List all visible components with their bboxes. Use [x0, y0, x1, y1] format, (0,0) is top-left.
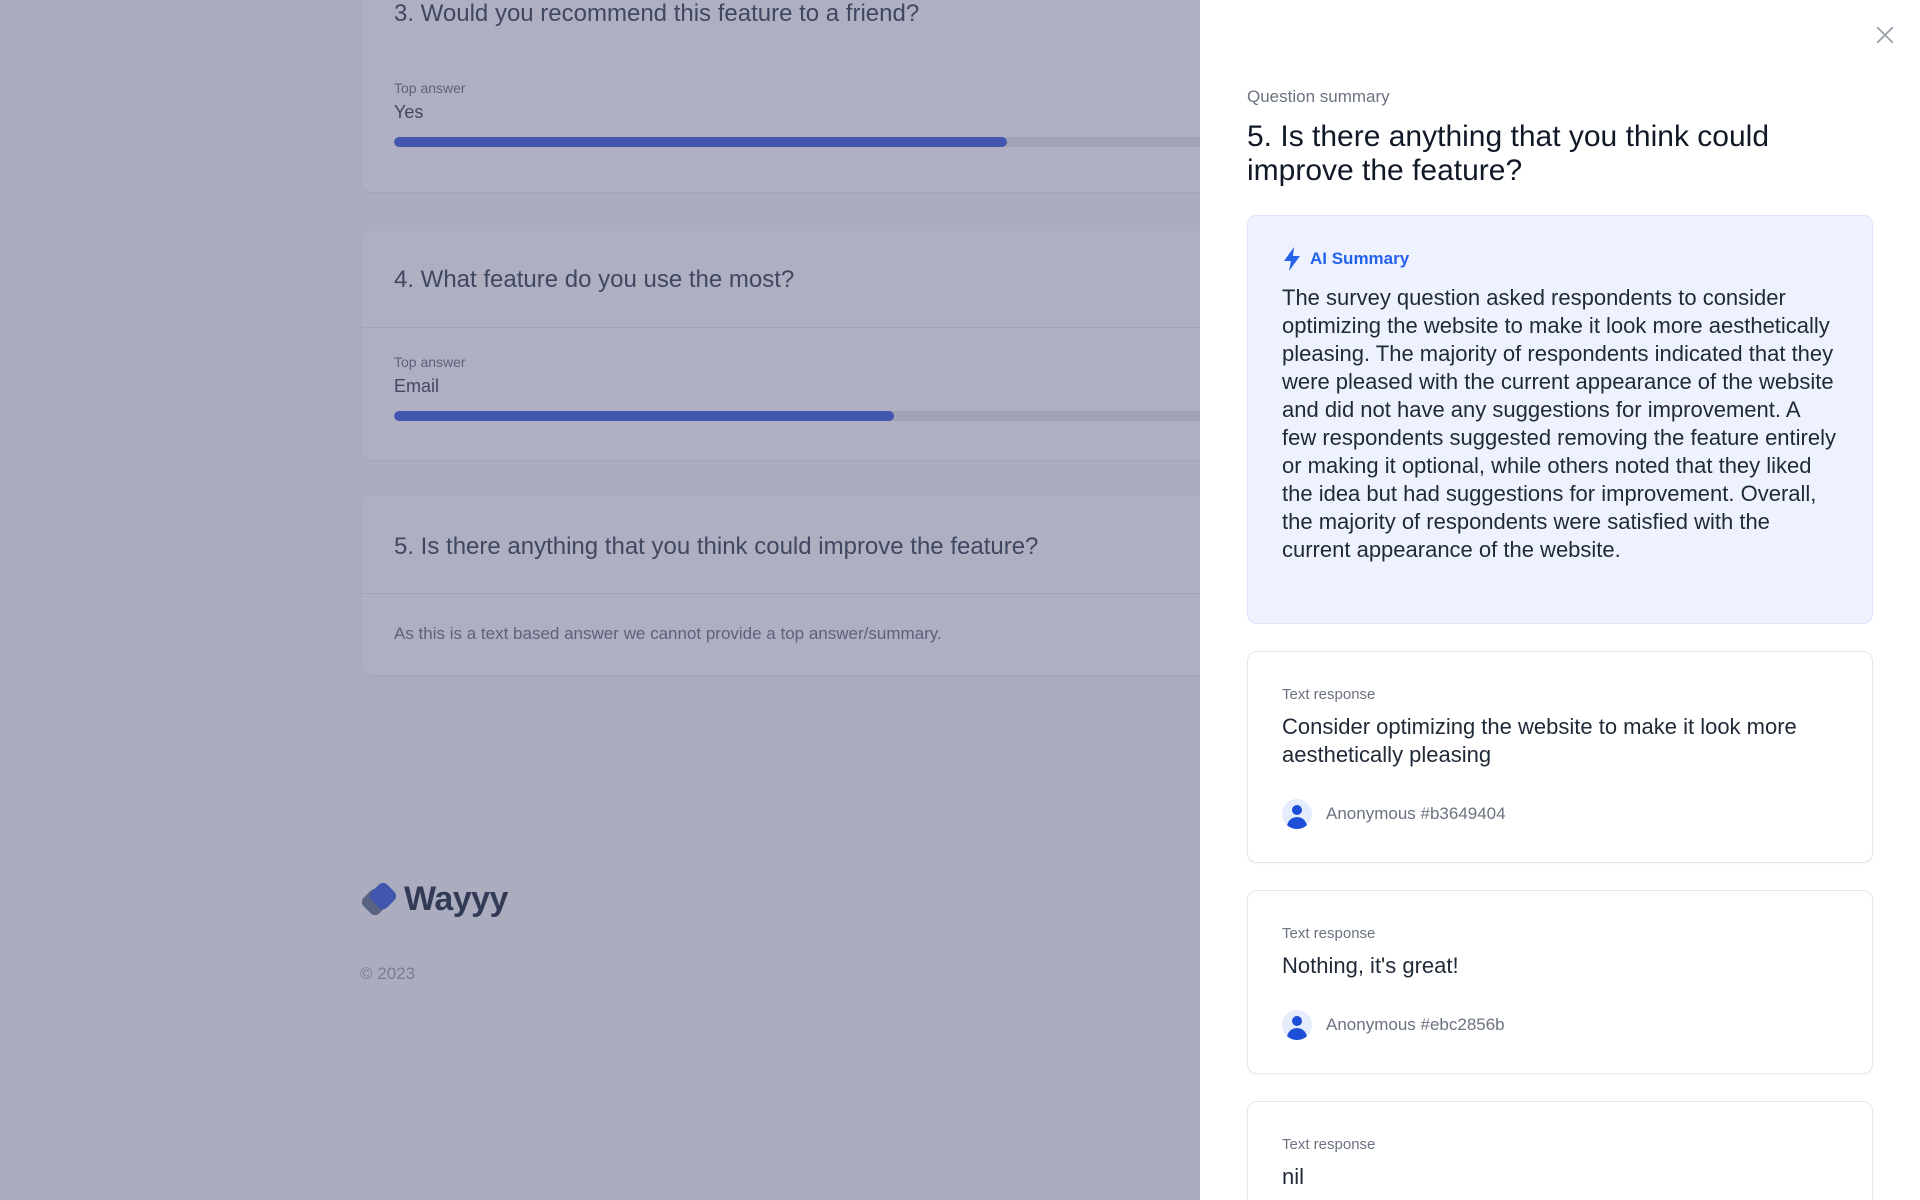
response-label: Text response	[1282, 1136, 1376, 1153]
lightning-icon	[1284, 247, 1300, 271]
response-text: nil	[1282, 1164, 1305, 1189]
response-author-name: Anonymous #b3649404	[1326, 804, 1506, 823]
close-button[interactable]	[1870, 20, 1900, 50]
response-author-name: Anonymous #ebc2856b	[1326, 1015, 1505, 1034]
close-icon	[1876, 26, 1894, 44]
response-text: Consider optimizing the website to make …	[1282, 714, 1797, 767]
response-label: Text response	[1282, 686, 1376, 703]
avatar-icon	[1282, 1010, 1312, 1040]
text-response-card: Text response Consider optimizing the we…	[1247, 651, 1873, 863]
text-response-card: Text response nil	[1247, 1101, 1873, 1200]
ai-summary-label: AI Summary	[1310, 249, 1410, 268]
response-author: Anonymous #ebc2856b	[1282, 1010, 1838, 1040]
panel-eyebrow: Question summary	[1247, 87, 1390, 106]
panel-title: 5. Is there anything that you think coul…	[1247, 120, 1769, 187]
question-summary-panel: Question summary 5. Is there anything th…	[1200, 0, 1920, 1200]
response-label: Text response	[1282, 925, 1376, 942]
avatar-icon	[1282, 799, 1312, 829]
modal-backdrop[interactable]	[0, 0, 1200, 1200]
response-text: Nothing, it's great!	[1282, 953, 1459, 978]
response-author: Anonymous #b3649404	[1282, 799, 1838, 829]
ai-summary-text: The survey question asked respondents to…	[1282, 285, 1836, 562]
ai-summary-box: AI Summary The survey question asked res…	[1247, 215, 1873, 624]
text-response-card: Text response Nothing, it's great! Anony…	[1247, 890, 1873, 1074]
